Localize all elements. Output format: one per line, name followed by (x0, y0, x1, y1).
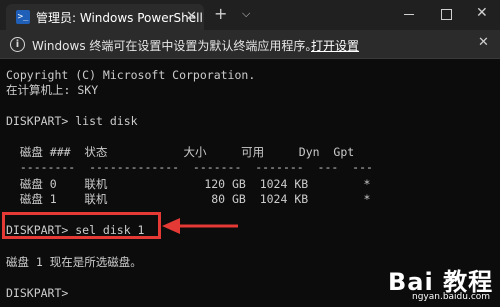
console-line: 在计算机上: SKY (6, 83, 99, 97)
tab-title: 管理员: Windows PowerShell (36, 11, 203, 25)
close-infobar-icon[interactable]: ✕ (478, 35, 489, 50)
new-tab-button[interactable]: + (214, 5, 227, 23)
watermark-url: ngyan.baidu.com (412, 292, 491, 302)
chevron-down-icon[interactable]: ⌵ (242, 7, 250, 21)
window-close-button[interactable]: ✕ (476, 5, 488, 21)
info-message: Windows 终端可在设置中设置为默认终端应用程序。 (32, 39, 318, 53)
annotation-highlight-box (2, 212, 161, 239)
maximize-button[interactable] (441, 9, 452, 20)
console-line: -------- ------------- ------- ------- -… (6, 160, 373, 174)
watermark: Bai 教程 ngyan.baidu.com (388, 262, 496, 302)
tab-powershell[interactable]: >_ 管理员: Windows PowerShell ✕ (6, 4, 204, 30)
console-line: DISKPART> list disk (6, 114, 138, 128)
console-line: 磁盘 0 联机 120 GB 1024 KB * (6, 177, 371, 191)
console-line: Copyright (C) Microsoft Corporation. (6, 68, 256, 82)
console-line: 磁盘 ### 状态 大小 可用 Dyn Gpt (6, 145, 355, 159)
close-tab-icon[interactable]: ✕ (186, 9, 197, 24)
console-line: 磁盘 1 联机 80 GB 1024 KB * (6, 192, 371, 206)
info-icon: i (10, 37, 25, 52)
open-settings-link[interactable]: 打开设置 (311, 37, 359, 54)
powershell-icon: >_ (16, 10, 30, 24)
minimize-button[interactable] (404, 14, 414, 15)
annotation-arrow-icon (162, 218, 238, 234)
console-line: 磁盘 1 现在是所选磁盘。 (6, 255, 142, 269)
title-bar: >_ 管理员: Windows PowerShell ✕ + ⌵ ✕ (0, 0, 500, 30)
powershell-window: >_ 管理员: Windows PowerShell ✕ + ⌵ ✕ i Win… (0, 0, 500, 307)
info-bar: i Windows 终端可在设置中设置为默认终端应用程序。 打开设置 ✕ (0, 30, 500, 59)
console-line: DISKPART> (6, 286, 76, 300)
